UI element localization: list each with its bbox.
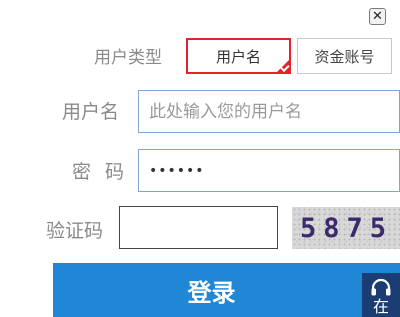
password-input[interactable] [138,149,400,192]
login-button[interactable]: 登录 [53,263,400,317]
tab-fund-account[interactable]: 资金账号 [297,38,392,74]
headset-icon [371,278,391,296]
username-label: 用户名 [62,101,120,123]
username-input[interactable] [138,90,400,133]
tab-username[interactable]: 用户名 [186,38,291,74]
password-label: 密码 [72,161,139,183]
captcha-label: 验证码 [46,220,104,242]
online-service-button[interactable]: 在 [362,273,400,317]
tab-username-label: 用户名 [215,47,261,66]
captcha-image[interactable]: 5875 [292,207,400,249]
online-service-label: 在 [372,297,389,316]
close-button[interactable]: ✕ [369,8,386,25]
close-icon: ✕ [372,9,383,24]
tab-fund-account-label: 资金账号 [314,47,375,66]
selected-check-icon [275,58,291,74]
captcha-input[interactable] [119,206,278,249]
login-button-label: 登录 [187,278,236,307]
login-panel: ✕ 用户类型 用户名 资金账号 用户名 密码 验证码 5875 登录 在 [0,0,400,317]
account-type-label: 用户类型 [94,48,162,68]
captcha-text: 5875 [300,212,394,244]
